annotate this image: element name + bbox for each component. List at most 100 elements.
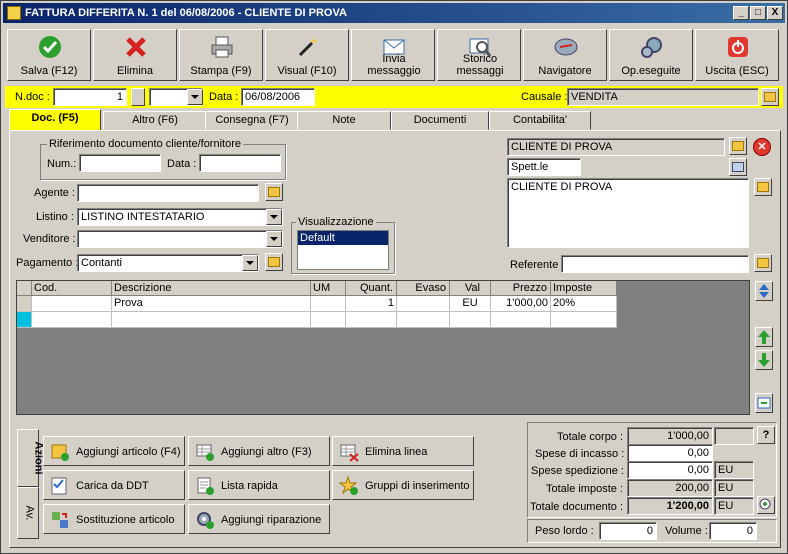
wand-icon bbox=[298, 37, 318, 57]
spese-spedizione-input[interactable]: 0,00 bbox=[627, 461, 713, 479]
column-header[interactable]: Val bbox=[450, 281, 491, 296]
vtab-av[interactable]: Av. bbox=[17, 487, 39, 539]
save-label: Salva (F12) bbox=[20, 65, 78, 77]
load-ddt-button[interactable]: Carica da DDT bbox=[43, 470, 185, 500]
cliente-name-input[interactable]: CLIENTE DI PROVA bbox=[507, 138, 725, 156]
cell[interactable] bbox=[112, 312, 311, 328]
ref-num-input[interactable] bbox=[79, 154, 161, 172]
tab-altro[interactable]: Altro (F6) bbox=[103, 111, 207, 130]
cell[interactable] bbox=[397, 312, 450, 328]
add-other-button[interactable]: Aggiungi altro (F3) bbox=[188, 436, 330, 466]
column-header[interactable]: Quant. bbox=[346, 281, 397, 296]
tab-consegna[interactable]: Consegna (F7) bbox=[205, 111, 299, 130]
cell[interactable]: Prova bbox=[112, 296, 311, 312]
cliente-clear-icon[interactable]: ✕ bbox=[753, 138, 771, 156]
tab-contabilita[interactable]: Contabilita' bbox=[489, 111, 591, 130]
cliente-search-button[interactable] bbox=[729, 158, 747, 176]
vtab-azioni[interactable]: Azioni bbox=[17, 429, 45, 487]
delete-button[interactable]: Elimina bbox=[93, 29, 177, 81]
pagamento-select[interactable]: Contanti bbox=[77, 254, 259, 272]
cell[interactable] bbox=[311, 296, 346, 312]
cell[interactable] bbox=[491, 312, 551, 328]
maximize-button[interactable]: □ bbox=[750, 6, 766, 20]
listino-dropdown[interactable] bbox=[266, 209, 282, 225]
tab-documenti[interactable]: Documenti bbox=[391, 111, 489, 130]
cell[interactable] bbox=[450, 312, 491, 328]
column-header[interactable]: Imposte bbox=[551, 281, 617, 296]
totale-documento-currency: EU bbox=[714, 497, 754, 515]
cell[interactable] bbox=[32, 312, 112, 328]
causale-browse-button[interactable] bbox=[761, 88, 779, 106]
list-item[interactable]: Default bbox=[298, 231, 388, 245]
causale-input[interactable]: VENDITA bbox=[567, 88, 759, 106]
spese-incasso-input[interactable]: 0,00 bbox=[627, 444, 713, 462]
move-down-button[interactable] bbox=[755, 350, 773, 370]
ndoc-series-button[interactable] bbox=[131, 88, 145, 106]
visualizzazione-group: Visualizzazione Default bbox=[291, 216, 395, 274]
cell[interactable] bbox=[32, 296, 112, 312]
gears-icon bbox=[641, 37, 662, 58]
column-header[interactable]: UM bbox=[311, 281, 346, 296]
print-button[interactable]: Stampa (F9) bbox=[179, 29, 263, 81]
visual-button[interactable]: Visual (F10) bbox=[265, 29, 349, 81]
zoom-totals-button[interactable] bbox=[757, 496, 775, 514]
load-ddt-label: Carica da DDT bbox=[76, 480, 149, 492]
window-title: FATTURA DIFFERITA N. 1 del 06/08/2006 - … bbox=[25, 7, 347, 19]
date-input[interactable]: 06/08/2006 bbox=[241, 88, 315, 106]
listino-select[interactable]: LISTINO INTESTATARIO bbox=[77, 208, 283, 226]
navigator-button[interactable]: Navigatore bbox=[523, 29, 607, 81]
column-header[interactable]: Evaso bbox=[397, 281, 450, 296]
cell[interactable] bbox=[397, 296, 450, 312]
quick-list-button[interactable]: Lista rapida bbox=[188, 470, 330, 500]
tab-note[interactable]: Note bbox=[297, 111, 391, 130]
venditore-dropdown[interactable] bbox=[266, 231, 282, 247]
cell[interactable]: 20% bbox=[551, 296, 617, 312]
save-button[interactable]: Salva (F12) bbox=[7, 29, 91, 81]
pagamento-dropdown[interactable] bbox=[242, 255, 258, 271]
ndoc-series-dropdown[interactable] bbox=[187, 89, 203, 105]
move-up-button[interactable] bbox=[755, 327, 773, 347]
volume-input[interactable]: 0 bbox=[709, 522, 757, 540]
add-repair-button[interactable]: Aggiungi riparazione bbox=[188, 504, 330, 534]
add-article-button[interactable]: Aggiungi articolo (F4) bbox=[43, 436, 185, 466]
peso-lordo-input[interactable]: 0 bbox=[599, 522, 657, 540]
cell[interactable]: EU bbox=[450, 296, 491, 312]
cliente-address-browse-button[interactable] bbox=[754, 178, 772, 196]
venditore-select[interactable] bbox=[77, 230, 283, 248]
operations-button[interactable]: Op.eseguite bbox=[609, 29, 693, 81]
refresh-lines-button[interactable] bbox=[755, 393, 773, 413]
exit-button[interactable]: Uscita (ESC) bbox=[695, 29, 779, 81]
ref-date-input[interactable] bbox=[199, 154, 281, 172]
column-header[interactable]: Prezzo bbox=[491, 281, 551, 296]
message-history-button[interactable]: Storico messaggi bbox=[437, 29, 521, 81]
cell[interactable] bbox=[346, 312, 397, 328]
cell[interactable] bbox=[551, 312, 617, 328]
cliente-browse-button[interactable] bbox=[729, 137, 747, 155]
replace-article-button[interactable]: Sostituzione articolo bbox=[43, 504, 185, 534]
cell[interactable]: 1 bbox=[346, 296, 397, 312]
column-header[interactable]: Descrizione bbox=[112, 281, 311, 296]
title-bar: FATTURA DIFFERITA N. 1 del 06/08/2006 - … bbox=[3, 3, 785, 23]
pagamento-browse-button[interactable] bbox=[265, 253, 283, 271]
send-message-button[interactable]: Invia messaggio bbox=[351, 29, 435, 81]
minimize-button[interactable]: _ bbox=[733, 6, 749, 20]
cliente-address-textarea[interactable]: CLIENTE DI PROVA bbox=[507, 178, 749, 248]
agente-input[interactable] bbox=[77, 184, 259, 202]
cell[interactable] bbox=[311, 312, 346, 328]
visualizzazione-list[interactable]: Default bbox=[297, 230, 389, 270]
referente-input[interactable] bbox=[561, 255, 749, 273]
move-top-button[interactable] bbox=[755, 281, 773, 301]
agente-browse-button[interactable] bbox=[265, 183, 283, 201]
lines-grid[interactable]: Cod. Descrizione UM Quant. Evaso Val Pre… bbox=[16, 280, 750, 415]
totale-documento-value: 1'200,00 bbox=[627, 497, 713, 515]
column-header[interactable]: Cod. bbox=[32, 281, 112, 296]
insert-groups-button[interactable]: Gruppi di inserimento bbox=[332, 470, 474, 500]
cliente-title-input[interactable]: Spett.le bbox=[507, 158, 581, 176]
cell[interactable]: 1'000,00 bbox=[491, 296, 551, 312]
ndoc-input[interactable]: 1 bbox=[53, 88, 127, 106]
tab-doc[interactable]: Doc. (F5) bbox=[9, 109, 101, 131]
close-button[interactable]: X bbox=[767, 6, 783, 20]
help-button[interactable]: ? bbox=[757, 426, 775, 444]
delete-line-button[interactable]: Elimina linea bbox=[332, 436, 474, 466]
referente-browse-button[interactable] bbox=[754, 254, 772, 272]
